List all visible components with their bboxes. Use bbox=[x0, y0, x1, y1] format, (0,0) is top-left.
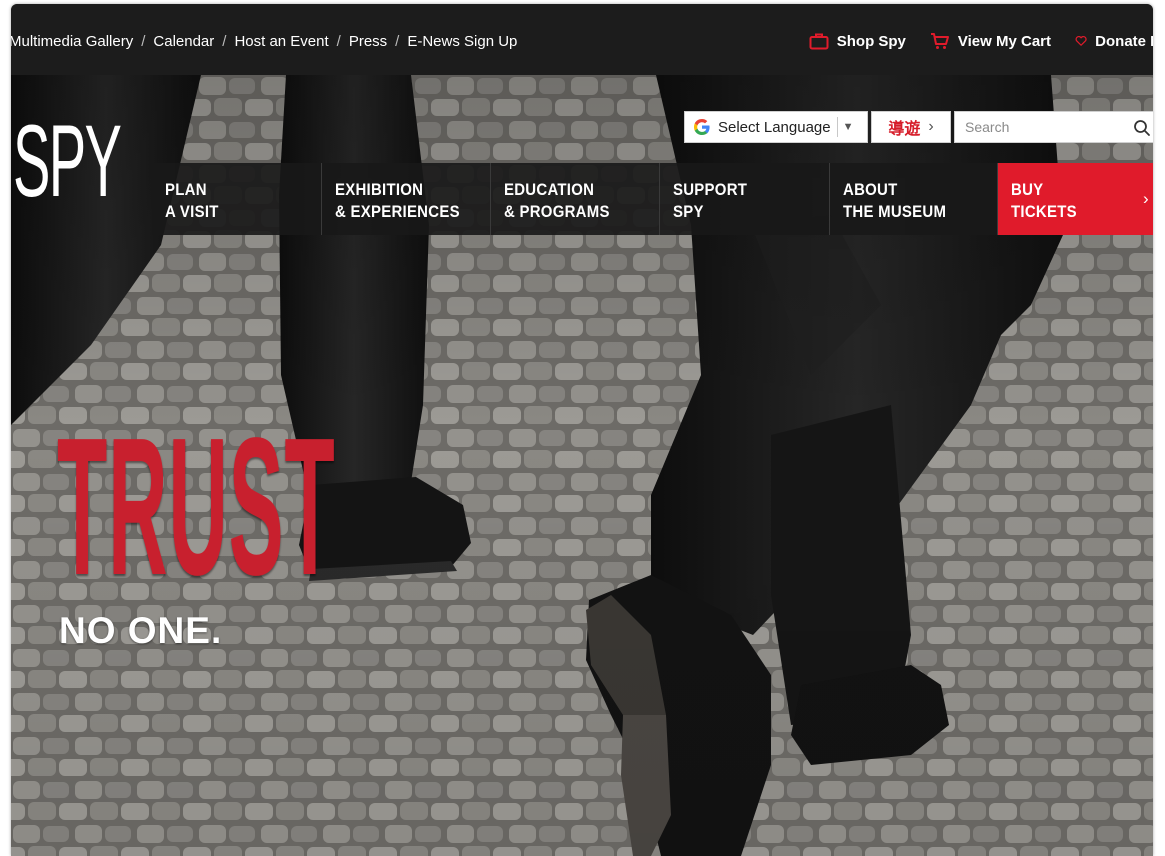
view-cart-label: View My Cart bbox=[957, 32, 1051, 50]
nav-about-the-museum[interactable]: ABOUT THE MUSEUM bbox=[830, 163, 998, 235]
separator: / bbox=[395, 32, 400, 50]
shop-spy-link[interactable]: Shop Spy bbox=[809, 32, 906, 50]
hero-headline: TRUST bbox=[57, 397, 336, 616]
utility-links: Multimedia Gallery / Calendar / Host an … bbox=[11, 31, 517, 51]
multimedia-gallery-link[interactable]: Multimedia Gallery bbox=[11, 33, 133, 50]
separator: / bbox=[222, 32, 227, 50]
search-input[interactable] bbox=[955, 118, 1127, 136]
google-icon bbox=[694, 119, 710, 135]
select-language-dropdown[interactable]: Select Language ▼ bbox=[684, 111, 868, 143]
dropdown-arrow-icon: ▼ bbox=[842, 121, 854, 133]
nav-line: EXHIBITION bbox=[335, 180, 424, 199]
nav-exhibition-experiences[interactable]: EXHIBITION & EXPERIENCES bbox=[322, 163, 491, 235]
host-event-link[interactable]: Host an Event bbox=[234, 33, 328, 50]
nav-line: PLAN bbox=[165, 180, 207, 199]
nav-line: A VISIT bbox=[165, 202, 219, 221]
separator: / bbox=[141, 32, 146, 50]
donate-label: Donate N bbox=[1095, 32, 1153, 50]
nav-line: & PROGRAMS bbox=[504, 202, 610, 221]
enews-signup-link[interactable]: E-News Sign Up bbox=[407, 33, 517, 50]
nav-buy-tickets-button[interactable]: BUY TICKETS › bbox=[998, 163, 1153, 235]
divider bbox=[836, 117, 838, 137]
heart-icon bbox=[1075, 35, 1087, 46]
view-cart-link[interactable]: View My Cart bbox=[930, 32, 1051, 50]
press-link[interactable]: Press bbox=[349, 33, 387, 50]
spy-logo[interactable]: SPY bbox=[13, 110, 122, 212]
calendar-link[interactable]: Calendar bbox=[153, 33, 214, 50]
nav-line: BUY bbox=[1011, 180, 1044, 199]
search-box bbox=[954, 111, 1153, 143]
nav-line: SUPPORT bbox=[673, 180, 748, 199]
shop-spy-label: Shop Spy bbox=[836, 32, 906, 50]
separator: / bbox=[336, 32, 341, 50]
cart-icon bbox=[930, 33, 949, 49]
nav-support-spy[interactable]: SUPPORT SPY bbox=[660, 163, 830, 235]
browser-viewport: Multimedia Gallery / Calendar / Host an … bbox=[11, 4, 1153, 856]
donate-link[interactable]: Donate N bbox=[1075, 32, 1153, 50]
utility-actions: Shop Spy View My Cart Donate N bbox=[809, 30, 1153, 52]
briefcase-icon bbox=[809, 33, 829, 50]
nav-line: TICKETS bbox=[1011, 202, 1077, 221]
chevron-right-icon: › bbox=[928, 118, 934, 135]
hero-subhead: NO ONE. bbox=[59, 610, 223, 651]
nav-line: & EXPERIENCES bbox=[335, 202, 460, 221]
guide-button[interactable]: 導遊 › bbox=[871, 111, 951, 143]
search-icon[interactable] bbox=[1133, 119, 1151, 137]
nav-education-programs[interactable]: EDUCATION & PROGRAMS bbox=[491, 163, 660, 235]
utility-bar: Multimedia Gallery / Calendar / Host an … bbox=[11, 4, 1153, 75]
nav-plan-a-visit[interactable]: PLAN A VISIT bbox=[152, 163, 322, 235]
nav-line: THE MUSEUM bbox=[843, 202, 947, 221]
nav-line: EDUCATION bbox=[504, 180, 595, 199]
nav-line: SPY bbox=[673, 202, 704, 221]
guide-label: 導遊 bbox=[888, 121, 921, 138]
nav-line: ABOUT bbox=[843, 180, 898, 199]
chevron-right-icon: › bbox=[1143, 189, 1149, 208]
main-navigation: PLAN A VISIT EXHIBITION & EXPERIENCES ED… bbox=[152, 163, 1153, 235]
select-language-label: Select Language bbox=[718, 118, 831, 136]
